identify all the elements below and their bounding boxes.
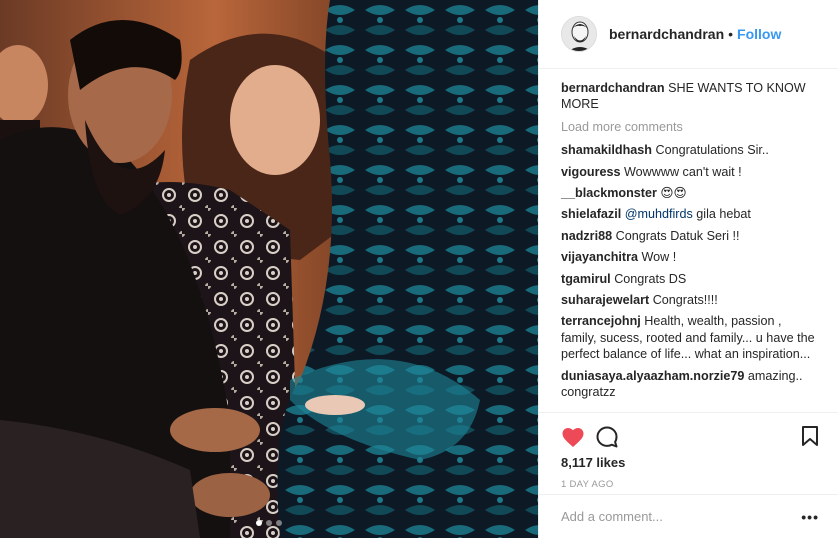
comment-username[interactable]: terrancejohnj	[561, 314, 641, 328]
comment-text: Congrats Datuk Seri !!	[615, 228, 740, 243]
comment-item: suharajewelart Congrats!!!!	[561, 292, 819, 308]
comment-item: nadzri88 Congrats Datuk Seri !!	[561, 228, 819, 244]
comment-text: Wowwww can't wait !	[624, 164, 742, 179]
comment-mention[interactable]: @muhdfirds	[625, 207, 693, 221]
comment-username[interactable]: vigouress	[561, 165, 621, 179]
header-separator: •	[728, 26, 734, 42]
comment-item: vijayanchitra Wow !	[561, 249, 819, 265]
post-actions: 8,117 likes 1 DAY AGO	[539, 412, 838, 490]
comment-text: gila hebat	[696, 207, 751, 222]
comment-item: terrancejohnj Health, wealth, passion , …	[561, 313, 819, 362]
comments-list[interactable]: bernardchandran SHE WANTS TO KNOW MORE L…	[539, 70, 838, 412]
comment-item: __blackmonster 😍😍	[561, 185, 819, 201]
comment-username[interactable]: tgamirul	[561, 272, 611, 286]
post-timestamp[interactable]: 1 DAY AGO	[561, 479, 819, 490]
comment-text: Congrats DS	[614, 271, 687, 286]
likes-count[interactable]: 8,117 likes	[561, 455, 819, 470]
carousel-indicator	[0, 520, 538, 526]
comment-text: Wow !	[641, 250, 677, 265]
comment-text: 😍😍	[660, 186, 687, 201]
post-sidebar: bernardchandran • Follow bernardchandran…	[538, 0, 838, 538]
header-username[interactable]: bernardchandran	[609, 26, 724, 42]
heart-icon[interactable]	[561, 426, 585, 448]
post-photo[interactable]	[0, 0, 538, 538]
comment-text: Congratulations Sir..	[655, 143, 769, 158]
comment-item: vigouress Wowwww can't wait !	[561, 164, 819, 180]
comment-item: shielafazil @muhdfirds gila hebat	[561, 206, 819, 222]
more-options-icon[interactable]: •••	[801, 509, 819, 525]
load-more-comments-button[interactable]: Load more comments	[561, 119, 819, 135]
caption: bernardchandran SHE WANTS TO KNOW MORE	[561, 80, 819, 113]
comment-username[interactable]: suharajewelart	[561, 293, 649, 307]
bookmark-icon[interactable]	[801, 425, 819, 447]
post-header: bernardchandran • Follow	[539, 0, 838, 69]
comment-icon[interactable]	[595, 425, 619, 449]
comment-item: duniasaya.alyaazham.norzie79 amazing.. c…	[561, 368, 819, 401]
comment-item: tgamirul Congrats DS	[561, 271, 819, 287]
comment-input[interactable]	[561, 509, 802, 524]
post-image	[0, 0, 538, 538]
avatar[interactable]	[561, 16, 597, 52]
comment-username[interactable]: shielafazil	[561, 207, 621, 221]
carousel-dot-active	[256, 520, 262, 526]
avatar-image	[562, 17, 596, 51]
add-comment-bar: •••	[539, 494, 838, 538]
follow-button[interactable]: Follow	[737, 26, 781, 42]
comment-username[interactable]: vijayanchitra	[561, 250, 638, 264]
comment-item: shamakildhash Congratulations Sir..	[561, 142, 819, 158]
comment-username[interactable]: __blackmonster	[561, 186, 657, 200]
carousel-dot	[266, 520, 272, 526]
caption-username[interactable]: bernardchandran	[561, 81, 665, 95]
carousel-dot	[276, 520, 282, 526]
action-bar	[561, 421, 819, 453]
comment-username[interactable]: shamakildhash	[561, 143, 652, 157]
comment-username[interactable]: duniasaya.alyaazham.norzie79	[561, 369, 744, 383]
comment-text: Congrats!!!!	[652, 293, 718, 308]
comment-username[interactable]: nadzri88	[561, 229, 612, 243]
